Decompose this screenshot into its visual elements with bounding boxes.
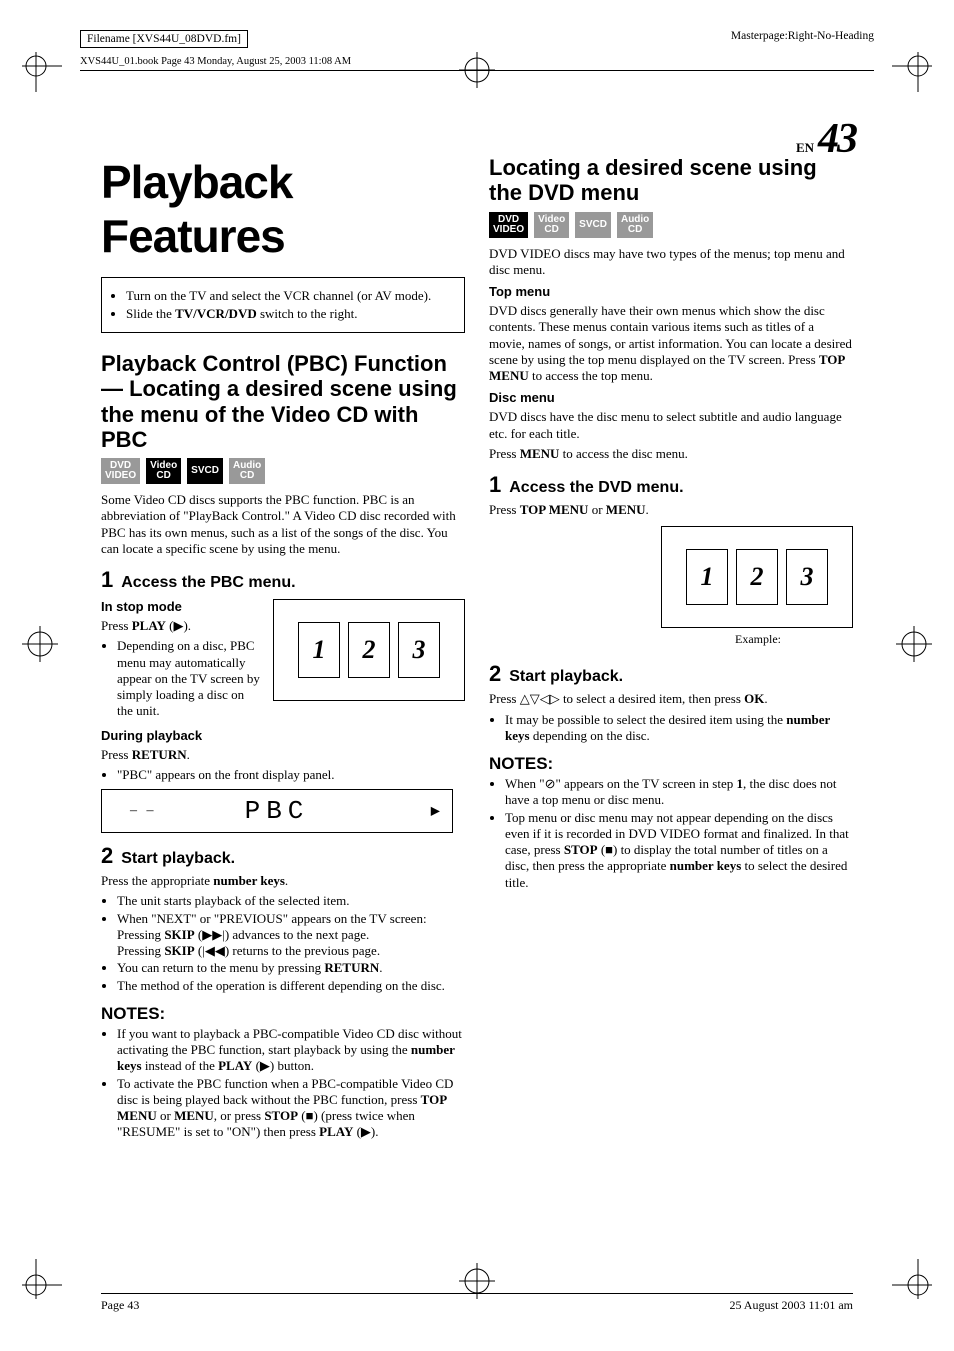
lcd-dash: – – xyxy=(130,803,157,819)
menu-card: 2 xyxy=(736,549,778,605)
top-menu-head: Top menu xyxy=(489,284,853,299)
rnote-item: When "⊘" appears on the TV screen in ste… xyxy=(505,776,853,809)
reg-mark-right xyxy=(896,626,932,662)
intro-item-1: Turn on the TV and select the VCR channe… xyxy=(126,288,454,304)
disc-menu-body2: Press MENU to access the disc menu. xyxy=(489,446,853,462)
disctype-audiocd: AudioCD xyxy=(229,458,265,484)
masterpage-label: Masterpage:Right-No-Heading xyxy=(731,30,874,48)
step2-line: Press the appropriate number keys. xyxy=(101,873,465,889)
rnote-item: Top menu or disc menu may not appear dep… xyxy=(505,810,853,891)
disctype-svcd: SVCD xyxy=(187,458,223,484)
pbc-intro: Some Video CD discs supports the PBC fun… xyxy=(101,492,465,557)
intro-item-2: Slide the TV/VCR/DVD switch to the right… xyxy=(126,306,454,322)
disctype-row-right: DVDVIDEO VideoCD SVCD AudioCD xyxy=(489,212,853,238)
step2-sub-a: Pressing SKIP (▶▶|) advances to the next… xyxy=(117,927,369,942)
filename-label: Filename [XVS44U_08DVD.fm] xyxy=(80,30,248,48)
crop-mark-tl xyxy=(22,52,62,92)
footer-left: Page 43 xyxy=(101,1298,139,1313)
running-head-left: XVS44U_01.book Page 43 Monday, August 25… xyxy=(80,56,357,67)
disctype-dvdvideo: DVDVIDEO xyxy=(101,458,140,484)
rstep2-line: Press △▽◁▷ to select a desired item, the… xyxy=(489,691,853,707)
during-bullet: "PBC" appears on the front display panel… xyxy=(117,767,465,783)
intro-box: Turn on the TV and select the VCR channe… xyxy=(101,277,465,333)
disctype-videocd: VideoCD xyxy=(146,458,181,484)
step1-num: 1 xyxy=(101,567,113,593)
menu-card: 2 xyxy=(348,622,390,678)
disc-menu-body1: DVD discs have the disc menu to select s… xyxy=(489,409,853,442)
step2-sub-b: Pressing SKIP (|◀◀) returns to the previ… xyxy=(117,943,380,958)
notes-title-right: NOTES: xyxy=(489,754,853,774)
notes-title: NOTES: xyxy=(101,1004,465,1024)
crop-mark-bl xyxy=(22,1259,62,1299)
disctype-svcd: SVCD xyxy=(575,212,611,238)
disctype-videocd: VideoCD xyxy=(534,212,569,238)
step2-num: 2 xyxy=(101,843,113,869)
note-item: If you want to playback a PBC-compatible… xyxy=(117,1026,465,1075)
section-title-pbc: Playback Control (PBC) Function — Locati… xyxy=(101,351,465,452)
step1-title: Access the PBC menu. xyxy=(121,574,295,592)
rstep1-line: Press TOP MENU or MENU. xyxy=(489,502,853,518)
menu-figure-left: 1 2 3 xyxy=(273,599,465,701)
disctype-audiocd: AudioCD xyxy=(617,212,653,238)
note-item: To activate the PBC function when a PBC-… xyxy=(117,1076,465,1141)
disctype-row-left: DVDVIDEO VideoCD SVCD AudioCD xyxy=(101,458,465,484)
play-icon: ▶ xyxy=(431,804,440,819)
top-menu-body: DVD discs generally have their own menus… xyxy=(489,303,853,384)
step2-title: Start playback. xyxy=(121,850,235,868)
rstep1-num: 1 xyxy=(489,472,501,498)
menu-card: 3 xyxy=(398,622,440,678)
step2-bullet: The method of the operation is different… xyxy=(117,978,465,994)
menu-figure-right: 1 2 3 xyxy=(661,526,853,628)
rstep2-bullet: It may be possible to select the desired… xyxy=(505,712,853,745)
footer-right: 25 August 2003 11:01 am xyxy=(729,1298,853,1313)
menu-card: 1 xyxy=(686,549,728,605)
page-title: Playback Features xyxy=(101,155,465,263)
step2-bullet: When "NEXT" or "PREVIOUS" appears on the… xyxy=(117,911,465,960)
crop-mark-br xyxy=(892,1259,932,1299)
during-head: During playback xyxy=(101,728,465,743)
reg-mark-left xyxy=(22,626,58,662)
disc-menu-head: Disc menu xyxy=(489,390,853,405)
rstep1-title: Access the DVD menu. xyxy=(509,479,683,497)
step2-bullet: The unit starts playback of the selected… xyxy=(117,893,465,909)
lcd-figure: – – PBC ▶ xyxy=(101,789,453,833)
rstep2-num: 2 xyxy=(489,661,501,687)
menu-card: 1 xyxy=(298,622,340,678)
step2-bullet: You can return to the menu by pressing R… xyxy=(117,960,465,976)
dvd-intro: DVD VIDEO discs may have two types of th… xyxy=(489,246,853,279)
rstep2-title: Start playback. xyxy=(509,668,623,686)
disctype-dvdvideo: DVDVIDEO xyxy=(489,212,528,238)
during-line: Press RETURN. xyxy=(101,747,465,763)
lcd-text: PBC xyxy=(245,796,310,826)
menu-card: 3 xyxy=(786,549,828,605)
example-label: Example: xyxy=(663,632,853,647)
crop-mark-tr xyxy=(892,52,932,92)
section-title-dvdmenu: Locating a desired scene using the DVD m… xyxy=(489,155,853,206)
